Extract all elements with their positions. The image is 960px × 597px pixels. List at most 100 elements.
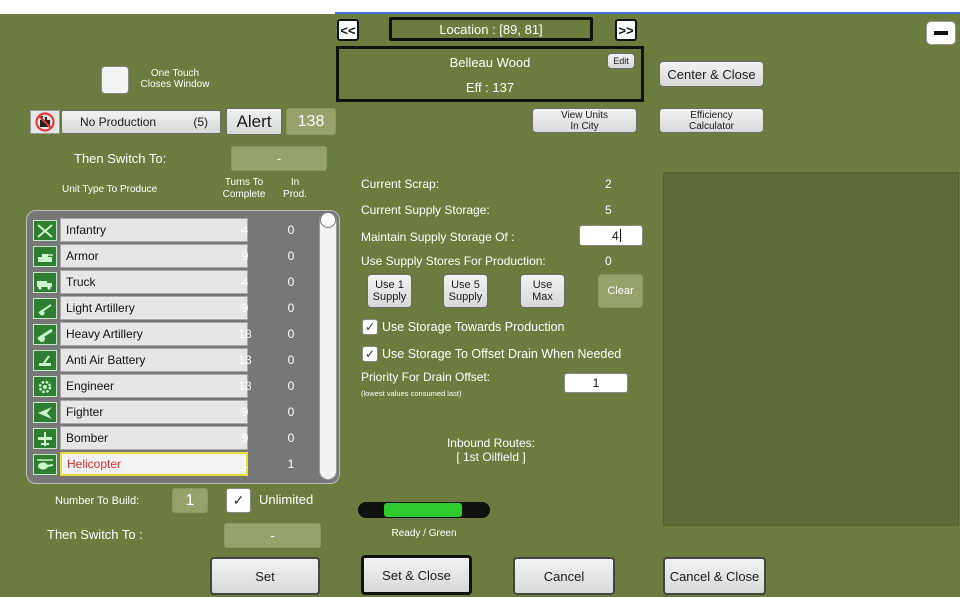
unit-inprod: 0 [287, 405, 295, 419]
build-then-switch-label: Then Switch To : [47, 527, 143, 542]
unit-name[interactable]: Engineer [60, 374, 248, 398]
factory-prohibited-icon [35, 112, 55, 132]
priority-label: Priority For Drain Offset: [361, 370, 491, 384]
minimize-button[interactable] [926, 21, 956, 45]
set-button[interactable]: Set [210, 557, 320, 595]
unit-inprod: 0 [287, 301, 295, 315]
alert-value: 138 [286, 108, 336, 135]
unit-inprod: 0 [287, 223, 295, 237]
unit-turns: 9 [241, 301, 249, 315]
unit-turns: 9 [241, 405, 249, 419]
anti-air-icon [33, 350, 57, 371]
unit-row-infantry[interactable]: Infantry 4 0 [30, 218, 322, 242]
fighter-icon [33, 402, 57, 423]
edit-city-button[interactable]: Edit [607, 53, 635, 69]
current-production-label: No Production [80, 115, 157, 129]
unit-inprod: 0 [287, 327, 295, 341]
no-production-icon [30, 110, 60, 134]
unit-inprod: 0 [287, 275, 295, 289]
unit-row-anti-air-battery[interactable]: Anti Air Battery 13 0 [30, 348, 322, 372]
top-strip [0, 0, 960, 14]
location-display: Location : [89, 81] [389, 17, 593, 41]
number-to-build-input[interactable]: 1 [172, 488, 208, 513]
build-then-switch-select[interactable]: - [224, 523, 321, 548]
unit-turns: 9 [241, 431, 249, 445]
scrap-value: 2 [605, 177, 612, 191]
tank-icon [33, 246, 57, 267]
unit-inprod: 0 [287, 249, 295, 263]
unit-row-fighter[interactable]: Fighter 9 0 [30, 400, 322, 424]
offset-drain-label: Use Storage To Offset Drain When Needed [382, 347, 622, 361]
center-close-button[interactable]: Center & Close [659, 61, 764, 87]
use-1-supply-button[interactable]: Use 1 Supply [367, 274, 412, 308]
unit-turns: 13 [238, 353, 252, 367]
unit-row-heavy-artillery[interactable]: Heavy Artillery 18 0 [30, 322, 322, 346]
maintain-storage-label: Maintain Supply Storage Of : [361, 230, 515, 244]
unit-name[interactable]: Light Artillery [60, 296, 248, 320]
unit-turns: 9 [241, 249, 249, 263]
unlimited-checkbox[interactable]: ✓ [226, 488, 251, 513]
city-name: Belleau Wood [449, 55, 531, 70]
unit-row-armor[interactable]: Armor 9 0 [30, 244, 322, 268]
unit-row-light-artillery[interactable]: Light Artillery 9 0 [30, 296, 322, 320]
unit-list-scrollbar[interactable] [319, 212, 337, 480]
unit-turns: 4 [241, 223, 249, 237]
cancel-close-button[interactable]: Cancel & Close [663, 557, 766, 595]
unit-row-helicopter[interactable]: Helicopter 1 1 [30, 452, 322, 476]
scrollbar-thumb[interactable] [320, 212, 336, 228]
text-cursor [619, 229, 621, 242]
priority-input[interactable]: 1 [564, 373, 628, 393]
prev-location-button[interactable]: << [337, 19, 359, 41]
inprod-header: In Prod. [283, 177, 307, 200]
unit-name[interactable]: Truck [60, 270, 248, 294]
use-storage-checkbox[interactable]: ✓ [362, 319, 378, 335]
current-production-button[interactable]: No Production (5) [61, 110, 221, 134]
unit-inprod: 0 [287, 379, 295, 393]
inbound-routes-value: [ 1st Oilfield ] [456, 450, 526, 464]
unit-name[interactable]: Helicopter [60, 452, 248, 476]
one-touch-checkbox[interactable] [101, 66, 129, 94]
then-switch-select[interactable]: - [231, 146, 327, 171]
production-count: (5) [193, 115, 208, 129]
unit-name[interactable]: Anti Air Battery [60, 348, 248, 372]
unit-inprod: 1 [287, 457, 295, 471]
unlimited-label: Unlimited [259, 492, 314, 507]
top-accent-line [335, 12, 960, 14]
unit-inprod: 0 [287, 431, 295, 445]
unit-name[interactable]: Bomber [60, 426, 248, 450]
use-5-supply-button[interactable]: Use 5 Supply [443, 274, 488, 308]
unit-row-truck[interactable]: Truck 4 0 [30, 270, 322, 294]
offset-drain-checkbox[interactable]: ✓ [362, 346, 378, 362]
status-label: Ready / Green [391, 528, 457, 539]
status-bar-fill [384, 503, 462, 517]
cancel-button[interactable]: Cancel [513, 557, 615, 595]
info-display-panel [663, 172, 959, 526]
city-efficiency: Eff : 137 [465, 80, 515, 95]
unit-row-bomber[interactable]: Bomber 9 0 [30, 426, 322, 450]
alert-button[interactable]: Alert [226, 108, 282, 135]
unit-turns: 1 [241, 457, 249, 471]
use-stores-label: Use Supply Stores For Production: [361, 254, 546, 268]
unit-name[interactable]: Armor [60, 244, 248, 268]
heavy-artillery-icon [33, 324, 57, 345]
efficiency-calculator-button[interactable]: Efficiency Calculator [659, 108, 764, 133]
unit-row-engineer[interactable]: Engineer 13 0 [30, 374, 322, 398]
clear-button[interactable]: Clear [598, 274, 643, 308]
use-max-button[interactable]: Use Max [520, 274, 565, 308]
unit-turns: 18 [238, 327, 252, 341]
use-storage-label: Use Storage Towards Production [382, 320, 565, 334]
turns-header: Turns To Complete [222, 177, 266, 200]
unit-name[interactable]: Heavy Artillery [60, 322, 248, 346]
maintain-storage-value: 4 [612, 228, 619, 243]
inbound-routes-title: Inbound Routes: [446, 436, 536, 450]
unit-type-header: Unit Type To Produce [62, 184, 158, 195]
unit-name[interactable]: Fighter [60, 400, 248, 424]
bomber-icon [33, 428, 57, 449]
view-units-button[interactable]: View Units In City [532, 108, 637, 133]
maintain-storage-input[interactable]: 4 [579, 225, 643, 246]
light-artillery-icon [33, 298, 57, 319]
set-close-button[interactable]: Set & Close [361, 555, 472, 595]
unit-name[interactable]: Infantry [60, 218, 248, 242]
scrap-label: Current Scrap: [361, 177, 440, 191]
next-location-button[interactable]: >> [615, 19, 637, 41]
